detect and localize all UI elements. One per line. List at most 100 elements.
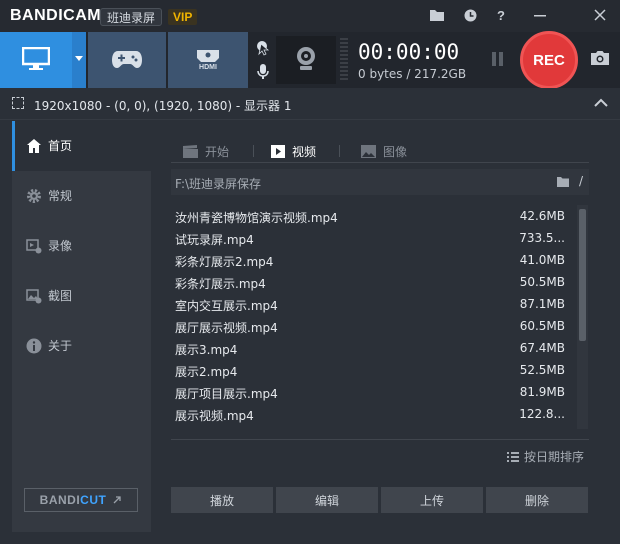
capture-area-text: 1920x1080 - (0, 0), (1920, 1080) - 显示器 1: [34, 99, 292, 113]
screen-mode-dropdown[interactable]: [72, 32, 86, 88]
root-folder-label[interactable]: /: [579, 174, 583, 188]
external-link-icon: [112, 495, 122, 505]
file-name: 展示2.mp4: [175, 365, 238, 379]
bandicam-logo: BANDICAM: [10, 7, 102, 24]
home-icon: [24, 136, 44, 156]
file-size: 81.9MB: [519, 385, 565, 399]
sidebar-item-video[interactable]: 录像: [12, 221, 151, 271]
output-folder-path: F:\班迪录屏保存: [175, 177, 262, 191]
file-size: 42.6MB: [519, 209, 565, 223]
file-size: 52.5MB: [519, 363, 565, 377]
sidebar-item-general[interactable]: 常规: [12, 171, 151, 221]
sidebar-item-about[interactable]: 关于: [12, 321, 151, 371]
microphone-icon[interactable]: [254, 62, 272, 82]
scroll-thumb[interactable]: [579, 209, 586, 341]
file-name: 展厅项目展示.mp4: [175, 387, 278, 401]
toolbar: HDMI 00:00:00 0 bytes / 217.2GB REC: [0, 31, 620, 89]
file-row[interactable]: 展示2.mp4 52.5MB: [171, 359, 567, 381]
file-row[interactable]: 展厅项目展示.mp4 81.9MB: [171, 381, 567, 403]
upload-button[interactable]: 上传: [381, 487, 483, 513]
file-size: 122.8...: [519, 407, 565, 421]
gamepad-icon: [112, 49, 142, 72]
file-size: 67.4MB: [519, 341, 565, 355]
game-mode-button[interactable]: [88, 32, 166, 88]
file-row[interactable]: 试玩录屏.mp4 733.5...: [171, 227, 567, 249]
pause-button[interactable]: [490, 52, 506, 68]
device-mode-button[interactable]: HDMI: [168, 32, 248, 88]
delete-button[interactable]: 删除: [486, 487, 588, 513]
screenshot-button[interactable]: [590, 50, 612, 70]
file-row[interactable]: 展示3.mp4 67.4MB: [171, 337, 567, 359]
minimize-icon[interactable]: [531, 6, 549, 24]
open-folder-icon[interactable]: [557, 176, 569, 187]
main-content: 开始 视频 图像 F:\班迪录屏保存 / 汝州青瓷博物馆演示视频.mp4 42.6…: [151, 121, 608, 532]
help-icon[interactable]: ?: [492, 6, 510, 24]
file-actions: 播放 编辑 上传 删除: [171, 487, 589, 513]
file-row[interactable]: 汝州青瓷博物馆演示视频.mp4 42.6MB: [171, 205, 567, 227]
list-icon: [507, 451, 519, 462]
image-settings-icon: [24, 286, 44, 306]
tab-video[interactable]: 视频: [271, 142, 316, 160]
capture-region-icon: [12, 97, 24, 109]
sidebar: 首页 常规 录像 截图 关于 BANDI CUT: [12, 121, 151, 532]
file-size: 41.0MB: [519, 253, 565, 267]
picture-icon: [361, 144, 376, 158]
gear-icon: [24, 186, 44, 206]
file-row[interactable]: 彩条灯展示.mp4 50.5MB: [171, 271, 567, 293]
sidebar-item-image[interactable]: 截图: [12, 271, 151, 321]
file-list-scrollbar[interactable]: [577, 205, 588, 429]
file-name: 室内交互展示.mp4: [175, 299, 278, 313]
play-icon: [271, 144, 285, 158]
close-icon[interactable]: [591, 6, 609, 24]
file-size: 50.5MB: [519, 275, 565, 289]
file-name: 展示3.mp4: [175, 343, 238, 357]
sidebar-item-home[interactable]: 首页: [12, 121, 151, 171]
camera-icon: [590, 51, 610, 69]
record-size: 0 bytes / 217.2GB: [358, 67, 467, 81]
screen-mode-button[interactable]: [0, 32, 72, 88]
tab-image[interactable]: 图像: [361, 142, 407, 160]
webcam-overlay-button[interactable]: [276, 36, 336, 84]
video-settings-icon: [24, 236, 44, 256]
file-size: 60.5MB: [519, 319, 565, 333]
file-name: 彩条灯展示.mp4: [175, 277, 266, 291]
vip-badge: VIP: [168, 9, 198, 25]
capture-area-bar[interactable]: 1920x1080 - (0, 0), (1920, 1080) - 显示器 1: [0, 88, 620, 120]
info-icon: [24, 336, 44, 356]
tab-start[interactable]: 开始: [183, 142, 229, 160]
file-name: 展示视频.mp4: [175, 409, 254, 423]
record-timer: 00:00:00: [358, 40, 460, 64]
sort-by-date-button[interactable]: 按日期排序: [507, 448, 584, 465]
clock-icon[interactable]: [461, 6, 479, 24]
clapper-icon: [183, 144, 198, 158]
edit-button[interactable]: 编辑: [276, 487, 378, 513]
file-size: 87.1MB: [519, 297, 565, 311]
file-name: 汝州青瓷博物馆演示视频.mp4: [175, 211, 338, 225]
audio-level-meter: [340, 38, 348, 82]
bandicut-button[interactable]: BANDI CUT: [24, 488, 138, 512]
file-name: 试玩录屏.mp4: [175, 233, 254, 247]
webcam-icon: [295, 46, 317, 75]
play-button[interactable]: 播放: [171, 487, 273, 513]
output-folder-bar[interactable]: F:\班迪录屏保存 /: [171, 169, 589, 195]
title-bar: BANDICAM 班迪录屏 VIP ?: [0, 0, 620, 32]
file-row[interactable]: 展厅展示视频.mp4 60.5MB: [171, 315, 567, 337]
file-row[interactable]: 彩条灯展示2.mp4 41.0MB: [171, 249, 567, 271]
chevron-down-icon: [75, 55, 83, 65]
file-size: 733.5...: [519, 231, 565, 245]
svg-text:?: ?: [497, 8, 505, 22]
file-row[interactable]: 室内交互展示.mp4 87.1MB: [171, 293, 567, 315]
file-row[interactable]: 展示视频.mp4 122.8...: [171, 403, 567, 425]
brand-tag: 班迪录屏: [100, 8, 163, 26]
rec-button[interactable]: REC: [520, 31, 578, 89]
tab-bar: 开始 视频 图像: [171, 139, 589, 163]
file-list: 汝州青瓷博物馆演示视频.mp4 42.6MB 试玩录屏.mp4 733.5... 彩条灯…: [171, 205, 575, 429]
mouse-cursor-icon[interactable]: [254, 38, 272, 58]
overlay-toggles: [250, 32, 274, 88]
chevron-up-icon[interactable]: [594, 97, 608, 109]
file-name: 彩条灯展示2.mp4: [175, 255, 274, 269]
monitor-icon: [21, 46, 51, 74]
folder-icon[interactable]: [428, 6, 446, 24]
file-name: 展厅展示视频.mp4: [175, 321, 278, 335]
hdmi-icon: HDMI: [195, 49, 221, 71]
